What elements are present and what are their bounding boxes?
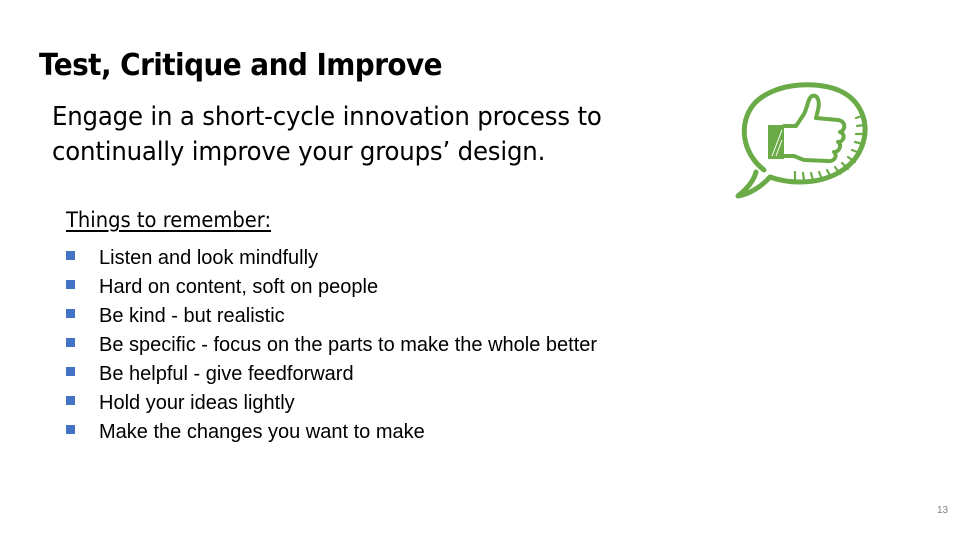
page-number: 13: [937, 505, 949, 516]
list-item-text: Make the changes you want to make: [99, 421, 425, 443]
list-item-text: Listen and look mindfully: [99, 247, 319, 269]
list-item: Hold your ideas lightly: [66, 389, 597, 418]
list-item: Hard on content, soft on people: [66, 273, 597, 302]
slide-title: Test, Critique and Improve: [39, 48, 443, 83]
thumbs-up-speech-bubble-icon: [735, 82, 868, 199]
slide-subtitle: Engage in a short-cycle innovation proce…: [52, 100, 710, 170]
list-item-text: Hold your ideas lightly: [99, 392, 295, 414]
square-bullet-icon: [66, 338, 75, 347]
list-item-text: Be kind - but realistic: [99, 305, 285, 327]
list-item: Make the changes you want to make: [66, 418, 597, 447]
things-to-remember-heading: Things to remember:: [66, 208, 272, 232]
square-bullet-icon: [66, 425, 75, 434]
list-item: Be kind - but realistic: [66, 302, 597, 331]
square-bullet-icon: [66, 396, 75, 405]
list-item: Be helpful - give feedforward: [66, 360, 597, 389]
square-bullet-icon: [66, 309, 75, 318]
subtitle-line: Engage in a short-cycle innovation proce…: [52, 102, 602, 132]
square-bullet-icon: [66, 367, 75, 376]
list-item: Listen and look mindfully: [66, 244, 597, 273]
subtitle-line: continually improve your groups’ design.: [52, 137, 546, 167]
reminder-list: Listen and look mindfully Hard on conten…: [66, 244, 597, 447]
list-item-text: Be helpful - give feedforward: [99, 363, 354, 385]
list-item-text: Hard on content, soft on people: [99, 276, 379, 298]
list-item: Be specific - focus on the parts to make…: [66, 331, 597, 360]
square-bullet-icon: [66, 251, 75, 260]
list-item-text: Be specific - focus on the parts to make…: [99, 334, 598, 356]
square-bullet-icon: [66, 280, 75, 289]
